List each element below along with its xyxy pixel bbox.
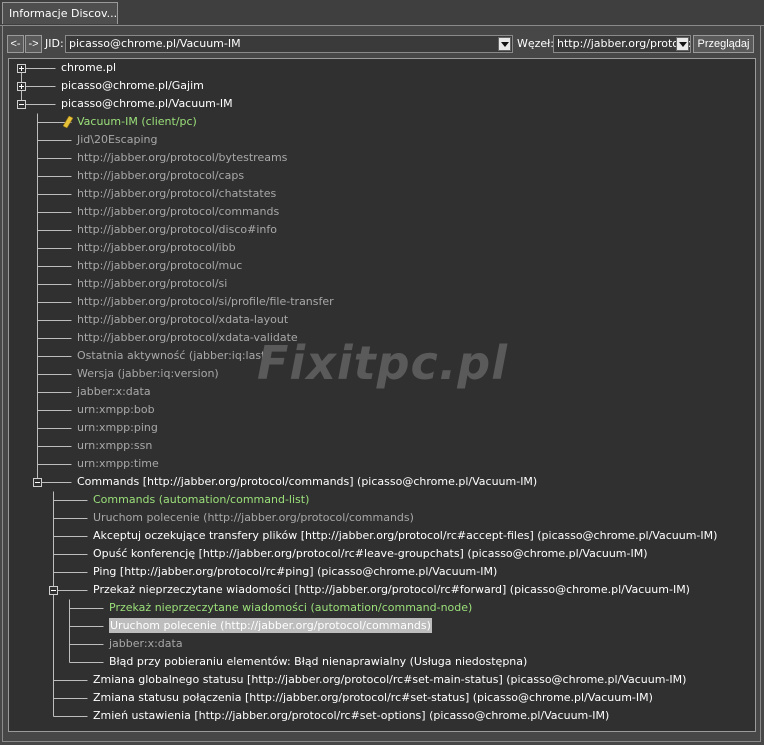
tree-item[interactable]: chrome.pl bbox=[61, 59, 116, 77]
tree-item[interactable]: jabber:x:data bbox=[109, 635, 183, 653]
expand-plus-icon[interactable] bbox=[17, 82, 26, 91]
tree-item[interactable]: http://jabber.org/protocol/chatstates bbox=[77, 185, 276, 203]
tree-item-label: Zmiana statusu połączenia [http://jabber… bbox=[93, 691, 653, 704]
tree-item-label: Wersja (jabber:iq:version) bbox=[77, 367, 219, 380]
back-button[interactable]: <- bbox=[7, 35, 24, 53]
tree-item[interactable]: Uruchom polecenie (http://jabber.org/pro… bbox=[109, 617, 432, 635]
tree-item[interactable]: urn:xmpp:bob bbox=[77, 401, 155, 419]
jid-value: picasso@chrome.pl/Vacuum-IM bbox=[69, 37, 241, 50]
tree-item-label: Uruchom polecenie (http://jabber.org/pro… bbox=[109, 618, 432, 633]
collapse-minus-icon[interactable] bbox=[17, 100, 26, 109]
tree-item[interactable]: http://jabber.org/protocol/commands bbox=[77, 203, 279, 221]
tree-item-label: http://jabber.org/protocol/ibb bbox=[77, 241, 236, 254]
toolbar: <- -> JID: picasso@chrome.pl/Vacuum-IM W… bbox=[7, 35, 757, 54]
tree-item[interactable]: picasso@chrome.pl/Vacuum-IM bbox=[61, 95, 233, 113]
tree-item[interactable]: Zmiana globalnego statusu [http://jabber… bbox=[93, 671, 686, 689]
tree-item[interactable]: http://jabber.org/protocol/bytestreams bbox=[77, 149, 287, 167]
tree-item-label: Zmiana globalnego statusu [http://jabber… bbox=[93, 673, 687, 686]
tab-discovery-info[interactable]: Informacje Discov... bbox=[2, 2, 118, 24]
tree-item[interactable]: http://jabber.org/protocol/muc bbox=[77, 257, 242, 275]
tree-item[interactable]: Commands [http://jabber.org/protocol/com… bbox=[77, 473, 537, 491]
jid-combobox[interactable]: picasso@chrome.pl/Vacuum-IM bbox=[65, 35, 513, 53]
tree-item[interactable]: Opuść konferencję [http://jabber.org/pro… bbox=[93, 545, 648, 563]
tree-item-label: Błąd przy pobieraniu elementów: Błąd nie… bbox=[109, 655, 528, 668]
tree-item-label: picasso@chrome.pl/Vacuum-IM bbox=[61, 97, 233, 110]
tree-item-label: urn:xmpp:bob bbox=[77, 403, 155, 416]
tree-item[interactable]: http://jabber.org/protocol/xdata-validat… bbox=[77, 329, 298, 347]
chevron-down-icon[interactable] bbox=[498, 37, 511, 51]
tree-item-label: Zmień ustawienia [http://jabber.org/prot… bbox=[93, 709, 610, 722]
tree-item[interactable]: http://jabber.org/protocol/ibb bbox=[77, 239, 236, 257]
tree-item[interactable]: http://jabber.org/protocol/disco#info bbox=[77, 221, 277, 239]
tree-item-label: Commands (automation/command-list) bbox=[93, 493, 310, 506]
tree-item-label: http://jabber.org/protocol/bytestreams bbox=[77, 151, 288, 164]
tree-item[interactable]: picasso@chrome.pl/Gajim bbox=[61, 77, 204, 95]
browse-button[interactable]: Przeglądaj bbox=[693, 35, 754, 53]
tree-item[interactable]: urn:xmpp:ping bbox=[77, 419, 158, 437]
tab-bar: Informacje Discov... bbox=[0, 0, 764, 26]
discovery-tree[interactable]: chrome.pl picasso@chrome.pl/Gajim picasso@… bbox=[8, 58, 756, 732]
tree-item[interactable]: Przekaż nieprzeczytane wiadomości [http:… bbox=[93, 581, 690, 599]
tree-item-label: http://jabber.org/protocol/caps bbox=[77, 169, 245, 182]
tree-item[interactable]: http://jabber.org/protocol/caps bbox=[77, 167, 244, 185]
expand-plus-icon[interactable] bbox=[17, 64, 26, 73]
tree-item-label: Opuść konferencję [http://jabber.org/pro… bbox=[93, 547, 648, 560]
tree-item[interactable]: Zmień ustawienia [http://jabber.org/prot… bbox=[93, 707, 609, 725]
tree-item[interactable]: Ostatnia aktywność (jabber:iq:last) bbox=[77, 347, 270, 365]
tree-item-label: urn:xmpp:ssn bbox=[77, 439, 153, 452]
tree-item-label: jabber:x:data bbox=[109, 637, 183, 650]
tree-item-label: Ping [http://jabber.org/protocol/rc#ping… bbox=[93, 565, 498, 578]
tree-item[interactable]: Jid\20Escaping bbox=[77, 131, 157, 149]
tree-item-label: http://jabber.org/protocol/commands bbox=[77, 205, 280, 218]
tree-item[interactable]: http://jabber.org/protocol/si/profile/fi… bbox=[77, 293, 334, 311]
tree-item-label: Ostatnia aktywność (jabber:iq:last) bbox=[77, 349, 270, 362]
tree-item[interactable]: Vacuum-IM (client/pc) bbox=[77, 113, 197, 131]
tree-item-label: http://jabber.org/protocol/si bbox=[77, 277, 228, 290]
tree-item-label: Przekaż nieprzeczytane wiadomości (autom… bbox=[109, 601, 473, 614]
jid-label: JID: bbox=[45, 37, 64, 50]
tree-item[interactable]: Przekaż nieprzeczytane wiadomości (autom… bbox=[109, 599, 472, 617]
tree-item-label: urn:xmpp:ping bbox=[77, 421, 158, 434]
tree-item-label: picasso@chrome.pl/Gajim bbox=[61, 79, 204, 92]
chevron-down-icon[interactable] bbox=[676, 37, 689, 51]
tree-item[interactable]: Zmiana statusu połączenia [http://jabber… bbox=[93, 689, 653, 707]
tree-item[interactable]: jabber:x:data bbox=[77, 383, 151, 401]
collapse-minus-icon[interactable] bbox=[49, 586, 58, 595]
tree-item-label: Akceptuj oczekujące transfery plików [ht… bbox=[93, 529, 718, 542]
tree-item-label: http://jabber.org/protocol/muc bbox=[77, 259, 243, 272]
tree-item-label: http://jabber.org/protocol/si/profile/fi… bbox=[77, 295, 334, 308]
tree-item-label: jabber:x:data bbox=[77, 385, 151, 398]
tree-item[interactable]: Akceptuj oczekujące transfery plików [ht… bbox=[93, 527, 717, 545]
tree-item-label: Commands [http://jabber.org/protocol/com… bbox=[77, 475, 538, 488]
tree-item-label: urn:xmpp:time bbox=[77, 457, 159, 470]
tree-item[interactable]: Commands (automation/command-list) bbox=[93, 491, 309, 509]
tree-item-label: Vacuum-IM (client/pc) bbox=[77, 115, 197, 128]
collapse-minus-icon[interactable] bbox=[33, 478, 42, 487]
tree-item-label: http://jabber.org/protocol/disco#info bbox=[77, 223, 277, 236]
tree-item-label: Jid\20Escaping bbox=[77, 133, 158, 146]
node-label: Węzeł: bbox=[517, 37, 555, 50]
tree-item[interactable]: http://jabber.org/protocol/si bbox=[77, 275, 227, 293]
node-value: http://jabber.org/protocol/commands bbox=[557, 37, 691, 50]
tree-item-label: Uruchom polecenie (http://jabber.org/pro… bbox=[93, 511, 414, 524]
tree-item-label: Przekaż nieprzeczytane wiadomości [http:… bbox=[93, 583, 690, 596]
tree-item[interactable]: http://jabber.org/protocol/xdata-layout bbox=[77, 311, 288, 329]
node-combobox[interactable]: http://jabber.org/protocol/commands bbox=[553, 35, 691, 53]
tree-item[interactable]: Wersja (jabber:iq:version) bbox=[77, 365, 219, 383]
tree-item[interactable]: urn:xmpp:ssn bbox=[77, 437, 152, 455]
tree-item[interactable]: Błąd przy pobieraniu elementów: Błąd nie… bbox=[109, 653, 527, 671]
tree-item-label: chrome.pl bbox=[61, 61, 117, 74]
tree-item-label: http://jabber.org/protocol/xdata-layout bbox=[77, 313, 289, 326]
tree-item[interactable]: urn:xmpp:time bbox=[77, 455, 159, 473]
vacuum-client-icon bbox=[63, 116, 73, 128]
tree-item[interactable]: Uruchom polecenie (http://jabber.org/pro… bbox=[93, 509, 414, 527]
tree-item-label: http://jabber.org/protocol/chatstates bbox=[77, 187, 277, 200]
forward-button[interactable]: -> bbox=[25, 35, 42, 53]
tree-item-label: http://jabber.org/protocol/xdata-validat… bbox=[77, 331, 298, 344]
tree-item[interactable]: Ping [http://jabber.org/protocol/rc#ping… bbox=[93, 563, 497, 581]
